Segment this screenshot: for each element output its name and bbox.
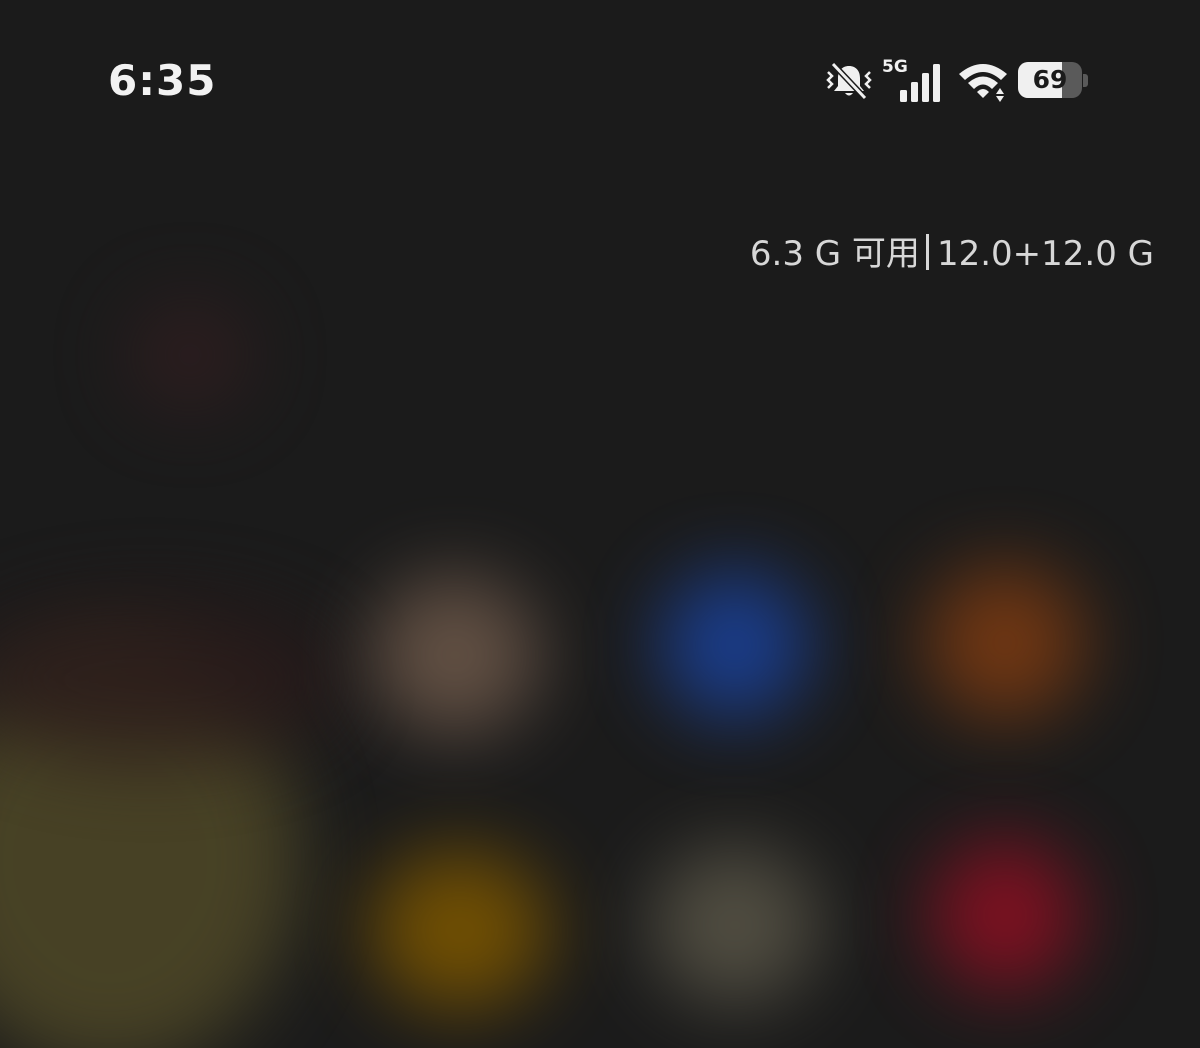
- blurred-card-top-left[interactable]: [130, 300, 250, 410]
- blurred-app-icon-6[interactable]: [930, 840, 1080, 990]
- memory-separator: [925, 234, 929, 270]
- blurred-app-icon-5[interactable]: [650, 845, 820, 1005]
- signal-icon: 5G: [882, 58, 948, 104]
- blurred-app-icon-3[interactable]: [925, 565, 1085, 720]
- blurred-app-icon-4[interactable]: [370, 850, 550, 1010]
- blurred-app-icon-1[interactable]: [370, 575, 540, 735]
- blurred-card-large-left-shade: [0, 600, 340, 760]
- memory-info: 6.3 G 可用 12.0+12.0 G: [750, 226, 1154, 275]
- mute-icon: [824, 60, 874, 102]
- status-bar: 6:35 5G 69: [0, 0, 1200, 160]
- wifi-icon: [956, 60, 1010, 102]
- memory-available: 6.3 G 可用: [749, 234, 920, 274]
- battery-icon: 69: [1018, 62, 1088, 100]
- blurred-app-icon-2[interactable]: [660, 570, 810, 720]
- status-time: 6:35: [108, 56, 217, 105]
- recent-apps-screen: 6:35 5G 69 6.3 G 可用 12.0+12.0 G: [0, 0, 1200, 1048]
- memory-total: 12.0+12.0 G: [936, 234, 1154, 274]
- battery-level: 69: [1032, 65, 1068, 94]
- status-icons: 5G 69: [824, 56, 1088, 106]
